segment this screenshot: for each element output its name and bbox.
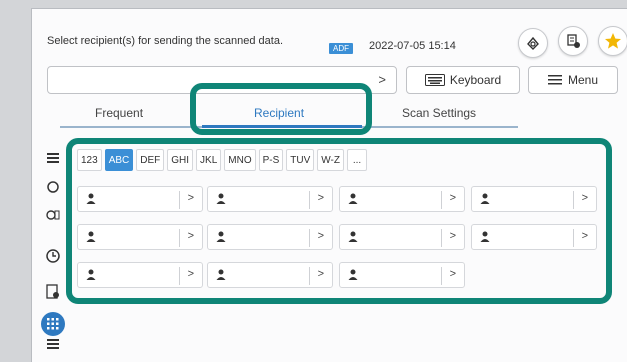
favorite-star-icon <box>605 33 621 49</box>
favorite-button[interactable] <box>598 26 627 56</box>
recipient-tab-highlight <box>190 83 372 135</box>
recipient-grid-highlight <box>66 138 612 304</box>
send-history-icon <box>527 36 539 50</box>
list-toggle-icon[interactable] <box>40 332 66 356</box>
send-history-button[interactable] <box>518 28 548 58</box>
job-status-button[interactable] <box>558 26 588 56</box>
address-arrow-icon[interactable]: > <box>378 72 386 87</box>
adf-badge: ADF <box>329 43 353 54</box>
menu-button[interactable]: Menu <box>528 66 618 94</box>
keyboard-label: Keyboard <box>449 73 502 87</box>
list-view-icon[interactable] <box>40 146 66 170</box>
address-book-search-icon[interactable] <box>40 203 66 227</box>
keyboard-button[interactable]: Keyboard <box>406 66 520 94</box>
tab-frequent[interactable]: Frequent <box>95 106 143 120</box>
instruction-text: Select recipient(s) for sending the scan… <box>47 35 284 47</box>
search-icon[interactable] <box>40 175 66 199</box>
job-status-icon <box>567 34 580 48</box>
contact-detail-icon[interactable] <box>40 280 66 304</box>
history-icon[interactable] <box>40 244 66 268</box>
menu-label: Menu <box>567 73 599 87</box>
keyboard-icon <box>424 74 445 86</box>
datetime: 2022-07-05 15:14 <box>369 40 456 52</box>
hamburger-icon <box>547 75 562 85</box>
tab-scan-settings[interactable]: Scan Settings <box>402 106 476 120</box>
